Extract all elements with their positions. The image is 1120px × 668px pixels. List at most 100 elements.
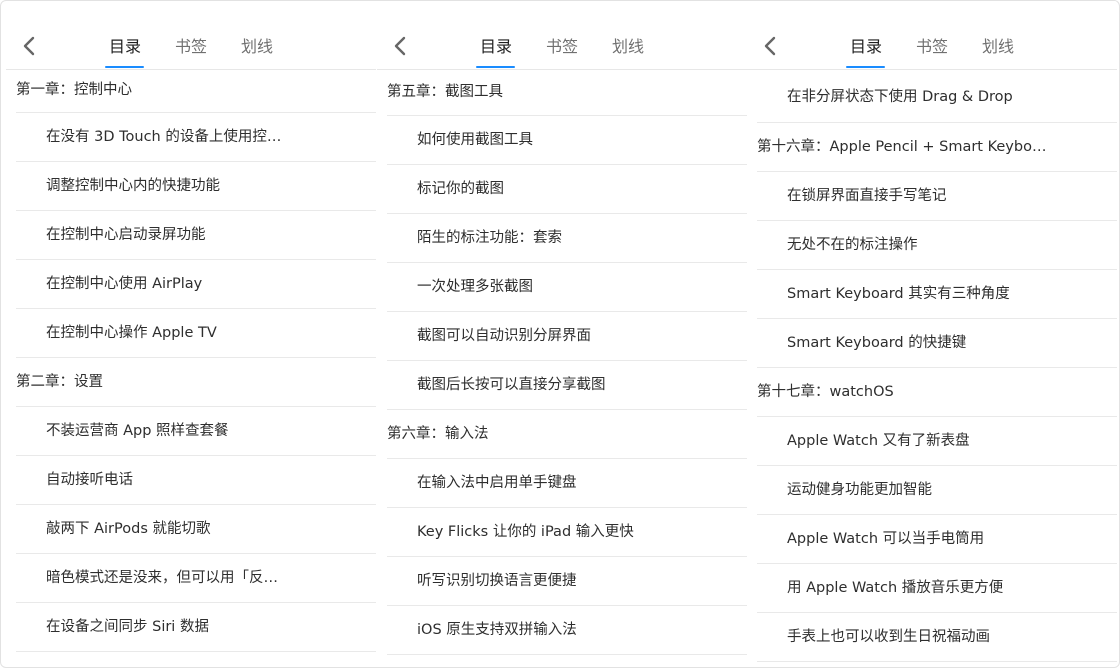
- section-row[interactable]: 暗色模式还是没来，但可以用「反…: [16, 554, 376, 603]
- section-title: 在锁屏界面直接手写笔记: [787, 188, 947, 204]
- toc-list: 第一章：控制中心 在没有 3D Touch 的设备上使用控… 调整控制中心内的快…: [6, 70, 376, 652]
- section-title: 在输入法中启用单手键盘: [417, 475, 577, 491]
- chapter-title: 第十七章：watchOS: [757, 384, 894, 400]
- tab-highlights[interactable]: 划线: [241, 38, 273, 56]
- toc-list: 第五章：截图工具 如何使用截图工具 标记你的截图 陌生的标注功能：套索 一次处理…: [377, 70, 747, 655]
- section-title: 敲两下 AirPods 就能切歌: [46, 521, 211, 537]
- section-row[interactable]: 听写识别切换语言更便捷: [387, 557, 747, 606]
- toc-panel-1: 目录 书签 划线 第一章：控制中心 在没有 3D Touch 的设备上使用控… …: [6, 1, 376, 667]
- tab-highlights[interactable]: 划线: [982, 38, 1014, 56]
- section-row[interactable]: 在控制中心操作 Apple TV: [16, 309, 376, 358]
- panel-header: 目录 书签 划线: [747, 1, 1117, 70]
- panel-header: 目录 书签 划线: [6, 1, 376, 70]
- screenshot-frame: 目录 书签 划线 第一章：控制中心 在没有 3D Touch 的设备上使用控… …: [0, 0, 1120, 668]
- toc-list: 在非分屏状态下使用 Drag & Drop 第十六章：Apple Pencil …: [747, 70, 1117, 662]
- section-title: Smart Keyboard 其实有三种角度: [787, 286, 1010, 302]
- toc-panel-2: 目录 书签 划线 第五章：截图工具 如何使用截图工具 标记你的截图 陌生的标注功…: [377, 1, 747, 667]
- section-row[interactable]: Smart Keyboard 其实有三种角度: [757, 270, 1117, 319]
- chapter-row[interactable]: 第十六章：Apple Pencil + Smart Keybo…: [757, 123, 1117, 172]
- section-title: Apple Watch 可以当手电筒用: [787, 531, 985, 547]
- section-row[interactable]: 标记你的截图: [387, 165, 747, 214]
- section-row[interactable]: 陌生的标注功能：套索: [387, 214, 747, 263]
- section-row[interactable]: Apple Watch 又有了新表盘: [757, 417, 1117, 466]
- chapter-row[interactable]: 第一章：控制中心: [16, 70, 376, 113]
- section-title: 在设备之间同步 Siri 数据: [46, 619, 209, 635]
- chevron-left-icon: [23, 36, 35, 56]
- section-row[interactable]: 在设备之间同步 Siri 数据: [16, 603, 376, 652]
- section-row[interactable]: 如何使用截图工具: [387, 116, 747, 165]
- section-row[interactable]: 敲两下 AirPods 就能切歌: [16, 505, 376, 554]
- chevron-left-icon: [764, 36, 776, 56]
- section-row[interactable]: 在锁屏界面直接手写笔记: [757, 172, 1117, 221]
- section-title: 标记你的截图: [417, 181, 504, 197]
- chapter-title: 第二章：设置: [16, 374, 103, 390]
- chapter-title: 第十六章：Apple Pencil + Smart Keybo…: [757, 139, 1047, 155]
- active-tab-indicator: [846, 66, 885, 68]
- section-title: 用 Apple Watch 播放音乐更方便: [787, 580, 1004, 596]
- section-row[interactable]: 用 Apple Watch 播放音乐更方便: [757, 564, 1117, 613]
- tab-bookmarks[interactable]: 书签: [175, 38, 207, 56]
- section-title: 自动接听电话: [46, 472, 133, 488]
- section-row[interactable]: 一次处理多张截图: [387, 263, 747, 312]
- section-title: Smart Keyboard 的快捷键: [787, 335, 967, 351]
- active-tab-indicator: [476, 66, 515, 68]
- tab-contents[interactable]: 目录: [109, 38, 141, 56]
- section-title: 暗色模式还是没来，但可以用「反…: [46, 570, 278, 586]
- section-title: Key Flicks 让你的 iPad 输入更快: [417, 524, 634, 540]
- section-title: 无处不在的标注操作: [787, 237, 918, 253]
- section-row[interactable]: 调整控制中心内的快捷功能: [16, 162, 376, 211]
- section-row[interactable]: 截图可以自动识别分屏界面: [387, 312, 747, 361]
- section-title: 运动健身功能更加智能: [787, 482, 932, 498]
- section-row[interactable]: 自动接听电话: [16, 456, 376, 505]
- chapter-row[interactable]: 第十七章：watchOS: [757, 368, 1117, 417]
- tab-contents[interactable]: 目录: [850, 38, 882, 56]
- chapter-title: 第六章：输入法: [387, 426, 489, 442]
- section-row[interactable]: Apple Watch 可以当手电筒用: [757, 515, 1117, 564]
- tab-bookmarks[interactable]: 书签: [546, 38, 578, 56]
- section-title: 在非分屏状态下使用 Drag & Drop: [787, 89, 1013, 105]
- tab-highlights[interactable]: 划线: [612, 38, 644, 56]
- back-button[interactable]: [761, 35, 781, 57]
- section-row[interactable]: 在非分屏状态下使用 Drag & Drop: [757, 70, 1117, 123]
- section-row[interactable]: 不装运营商 App 照样查套餐: [16, 407, 376, 456]
- section-title: 听写识别切换语言更便捷: [417, 573, 577, 589]
- tab-bookmarks[interactable]: 书签: [916, 38, 948, 56]
- section-row[interactable]: 在输入法中启用单手键盘: [387, 459, 747, 508]
- section-title: 不装运营商 App 照样查套餐: [46, 423, 229, 439]
- section-title: 手表上也可以收到生日祝福动画: [787, 629, 990, 645]
- active-tab-indicator: [105, 66, 144, 68]
- chapter-title: 第五章：截图工具: [387, 84, 503, 100]
- section-title: 在控制中心使用 AirPlay: [46, 276, 203, 292]
- section-title: 一次处理多张截图: [417, 279, 533, 295]
- section-row[interactable]: Smart Keyboard 的快捷键: [757, 319, 1117, 368]
- section-title: 在控制中心启动录屏功能: [46, 227, 206, 243]
- section-title: 截图可以自动识别分屏界面: [417, 328, 591, 344]
- back-button[interactable]: [391, 35, 411, 57]
- toc-panel-3: 目录 书签 划线 在非分屏状态下使用 Drag & Drop 第十六章：Appl…: [747, 1, 1117, 667]
- panel-header: 目录 书签 划线: [377, 1, 747, 70]
- section-title: 截图后长按可以直接分享截图: [417, 377, 606, 393]
- section-row[interactable]: 手表上也可以收到生日祝福动画: [757, 613, 1117, 662]
- chevron-left-icon: [394, 36, 406, 56]
- tab-contents[interactable]: 目录: [480, 38, 512, 56]
- section-row[interactable]: 在控制中心使用 AirPlay: [16, 260, 376, 309]
- section-row[interactable]: 在没有 3D Touch 的设备上使用控…: [16, 113, 376, 162]
- section-title: 在控制中心操作 Apple TV: [46, 325, 217, 341]
- section-row[interactable]: 截图后长按可以直接分享截图: [387, 361, 747, 410]
- chapter-row[interactable]: 第五章：截图工具: [387, 70, 747, 116]
- chapter-row[interactable]: 第六章：输入法: [387, 410, 747, 459]
- section-title: Apple Watch 又有了新表盘: [787, 433, 970, 449]
- section-title: 如何使用截图工具: [417, 132, 533, 148]
- section-title: 在没有 3D Touch 的设备上使用控…: [46, 129, 282, 145]
- section-row[interactable]: iOS 原生支持双拼输入法: [387, 606, 747, 655]
- chapter-row[interactable]: 第二章：设置: [16, 358, 376, 407]
- section-row[interactable]: 无处不在的标注操作: [757, 221, 1117, 270]
- section-row[interactable]: 在控制中心启动录屏功能: [16, 211, 376, 260]
- section-row[interactable]: Key Flicks 让你的 iPad 输入更快: [387, 508, 747, 557]
- section-title: 调整控制中心内的快捷功能: [46, 178, 220, 194]
- section-title: 陌生的标注功能：套索: [417, 230, 562, 246]
- section-title: iOS 原生支持双拼输入法: [417, 622, 577, 638]
- section-row[interactable]: 运动健身功能更加智能: [757, 466, 1117, 515]
- back-button[interactable]: [20, 35, 40, 57]
- chapter-title: 第一章：控制中心: [16, 82, 132, 98]
